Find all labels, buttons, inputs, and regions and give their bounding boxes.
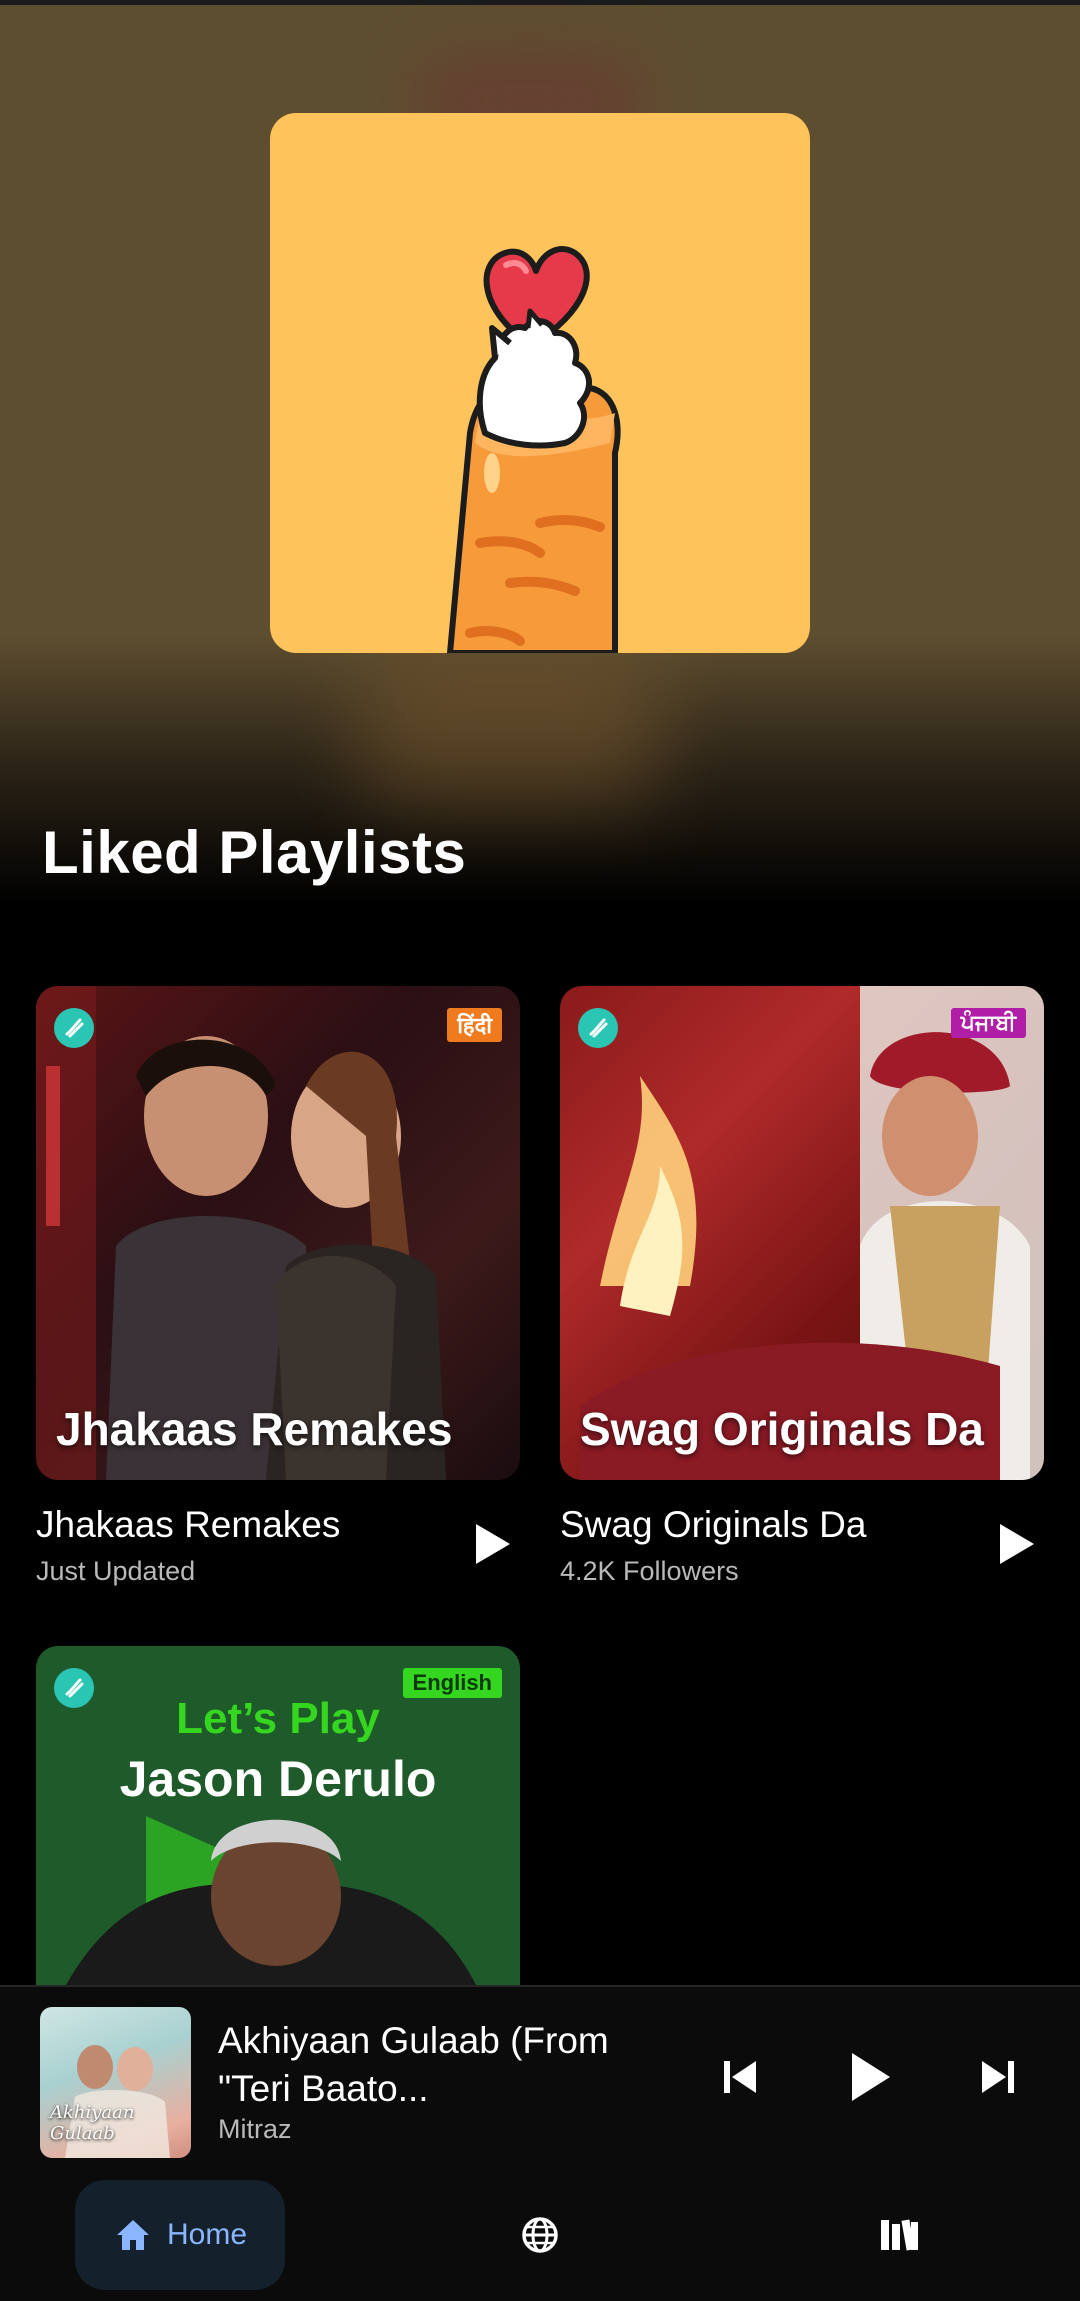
- mini-player[interactable]: Akhiyaan Gulaab Akhiyaan Gulaab (From "T…: [0, 1985, 1080, 2182]
- playlist-cover[interactable]: English Let’s Play Jason Derulo: [36, 1646, 520, 1985]
- bottom-navigation: Home: [0, 2180, 1080, 2301]
- playlist-card[interactable]: ਪੰਜਾਬੀ Swag Originals Da Swag Originals …: [560, 986, 1044, 1586]
- globe-icon[interactable]: [515, 2210, 565, 2260]
- cover-title: Jhakaas Remakes: [56, 1403, 453, 1455]
- backdrop-blur-shape: [360, 645, 660, 805]
- playlist-subtitle: 4.2K Followers: [560, 1556, 739, 1586]
- jiosaavn-logo: [578, 1008, 618, 1048]
- language-badge: हिंदी: [447, 1008, 502, 1042]
- home-icon: [116, 2220, 149, 2250]
- next-icon[interactable]: [968, 2047, 1028, 2107]
- now-playing-artist: Mitraz: [218, 2114, 292, 2144]
- playlist-title[interactable]: Jhakaas Remakes: [36, 1504, 340, 1546]
- playlist-card[interactable]: English Let’s Play Jason Derulo: [36, 1646, 520, 1985]
- nav-home-label: Home: [166, 2218, 248, 2251]
- nav-home[interactable]: Home: [75, 2180, 285, 2290]
- album-art-text: Akhiyaan Gulaab: [50, 2102, 135, 2144]
- language-badge: ਪੰਜਾਬੀ: [950, 1008, 1026, 1038]
- play-icon[interactable]: [984, 1514, 1044, 1574]
- play-icon[interactable]: [460, 1514, 520, 1574]
- play-icon[interactable]: [838, 2047, 898, 2107]
- cover-title: Swag Originals Da: [580, 1403, 984, 1455]
- previous-icon[interactable]: [710, 2047, 770, 2107]
- cover-title-line1: Let’s Play: [176, 1694, 380, 1743]
- now-playing-artwork[interactable]: Akhiyaan Gulaab: [40, 2007, 191, 2158]
- now-playing-title[interactable]: Akhiyaan Gulaab (From "Teri Baato...: [218, 2017, 658, 2113]
- playlist-title[interactable]: Swag Originals Da: [560, 1504, 866, 1546]
- cover-title-line2: Jason Derulo: [119, 1751, 437, 1807]
- liked-artwork: [270, 113, 810, 653]
- playlist-card[interactable]: हिंदी Jhakaas Remakes Jhakaas Remakes Ju…: [36, 986, 520, 1586]
- playlist-cover[interactable]: ਪੰਜਾਬੀ Swag Originals Da: [560, 986, 1044, 1480]
- jiosaavn-logo: [54, 1008, 94, 1048]
- page-title: Liked Playlists: [42, 819, 467, 886]
- library-icon[interactable]: [875, 2210, 925, 2260]
- playlist-cover[interactable]: हिंदी Jhakaas Remakes: [36, 986, 520, 1480]
- playlist-subtitle: Just Updated: [36, 1556, 196, 1586]
- cat-paw-heart-illustration: [447, 246, 621, 653]
